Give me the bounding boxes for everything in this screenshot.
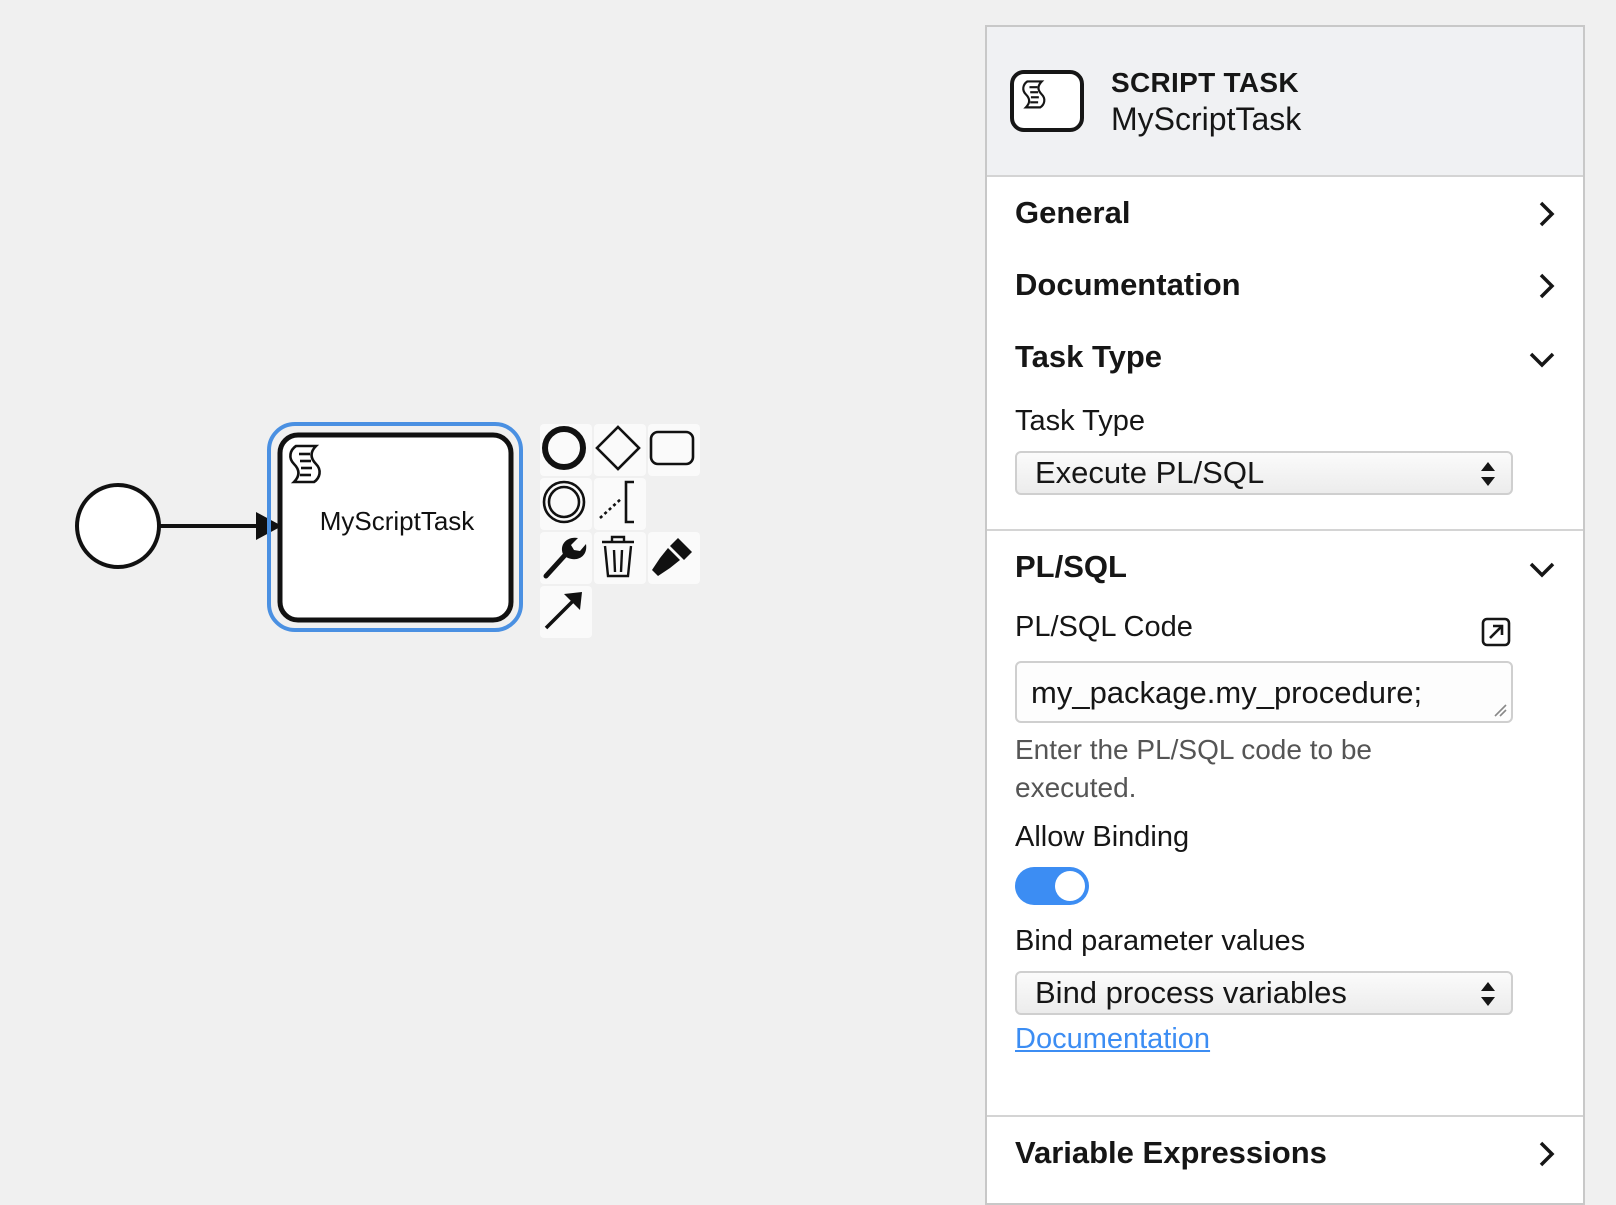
group-variable-expressions-title: Variable Expressions: [1015, 1135, 1327, 1170]
element-type: SCRIPT TASK: [1111, 67, 1299, 98]
select-arrows-icon: [1481, 982, 1495, 1006]
open-editor-icon[interactable]: [1481, 617, 1511, 647]
chevron-down-icon: [1529, 562, 1555, 578]
bind-parameter-label: Bind parameter values: [1015, 925, 1306, 957]
plsql-code-hint: Enter the PL/SQL code to be executed.: [1015, 734, 1372, 803]
append-task-icon[interactable]: [648, 424, 700, 476]
text-annotation-icon[interactable]: [594, 478, 646, 530]
toggle-knob: [1055, 871, 1085, 901]
connect-arrow-icon[interactable]: [540, 586, 592, 638]
group-general-title: General: [1015, 195, 1131, 230]
append-gateway-icon[interactable]: [594, 424, 646, 476]
append-intermediate-event-icon[interactable]: [540, 478, 592, 530]
group-variable-expressions-header[interactable]: Variable Expressions: [987, 1117, 1583, 1187]
task-type-select[interactable]: Execute PL/SQL: [1015, 451, 1513, 495]
script-task-icon: [1010, 70, 1084, 132]
task-type-value: Execute PL/SQL: [1035, 455, 1265, 490]
documentation-link[interactable]: Documentation: [1015, 1023, 1210, 1056]
start-event[interactable]: [75, 483, 161, 569]
allow-binding-toggle[interactable]: [1015, 867, 1089, 905]
chevron-down-icon: [1529, 352, 1555, 368]
select-arrows-icon: [1481, 462, 1495, 486]
wrench-icon[interactable]: [540, 532, 592, 584]
group-task-type-title: Task Type: [1015, 339, 1163, 374]
task-type-label: Task Type: [1015, 405, 1146, 437]
allow-binding-label: Allow Binding: [1015, 821, 1190, 853]
group-general-header[interactable]: General: [987, 177, 1583, 247]
group-plsql-title: PL/SQL: [1015, 549, 1127, 584]
chevron-right-icon: [1539, 273, 1555, 299]
bind-parameter-select[interactable]: Bind process variables: [1015, 971, 1513, 1015]
task-label[interactable]: MyScriptTask: [282, 506, 512, 537]
chevron-right-icon: [1539, 201, 1555, 227]
bind-parameter-value: Bind process variables: [1035, 975, 1347, 1010]
bpmn-canvas[interactable]: MyScriptTask: [0, 0, 985, 1190]
panel-header: SCRIPT TASK MyScriptTask: [987, 27, 1583, 177]
group-task-type-header[interactable]: Task Type: [987, 321, 1583, 391]
plsql-code-label: PL/SQL Code: [1015, 611, 1193, 643]
group-plsql-header[interactable]: PL/SQL: [987, 531, 1583, 601]
properties-panel: SCRIPT TASK MyScriptTask General Documen…: [985, 25, 1585, 1205]
chevron-right-icon: [1539, 1141, 1555, 1167]
append-end-event-icon[interactable]: [540, 424, 592, 476]
plsql-code-value: my_package.my_procedure;: [1031, 675, 1423, 710]
resize-grip-icon[interactable]: [1493, 703, 1507, 717]
group-documentation-header[interactable]: Documentation: [987, 249, 1583, 319]
trash-icon[interactable]: [594, 532, 646, 584]
group-documentation-title: Documentation: [1015, 267, 1241, 302]
plsql-code-textarea[interactable]: my_package.my_procedure;: [1015, 661, 1513, 723]
element-name: MyScriptTask: [1111, 101, 1302, 137]
paintbrush-icon[interactable]: [648, 532, 700, 584]
diagram-svg: [75, 422, 523, 632]
